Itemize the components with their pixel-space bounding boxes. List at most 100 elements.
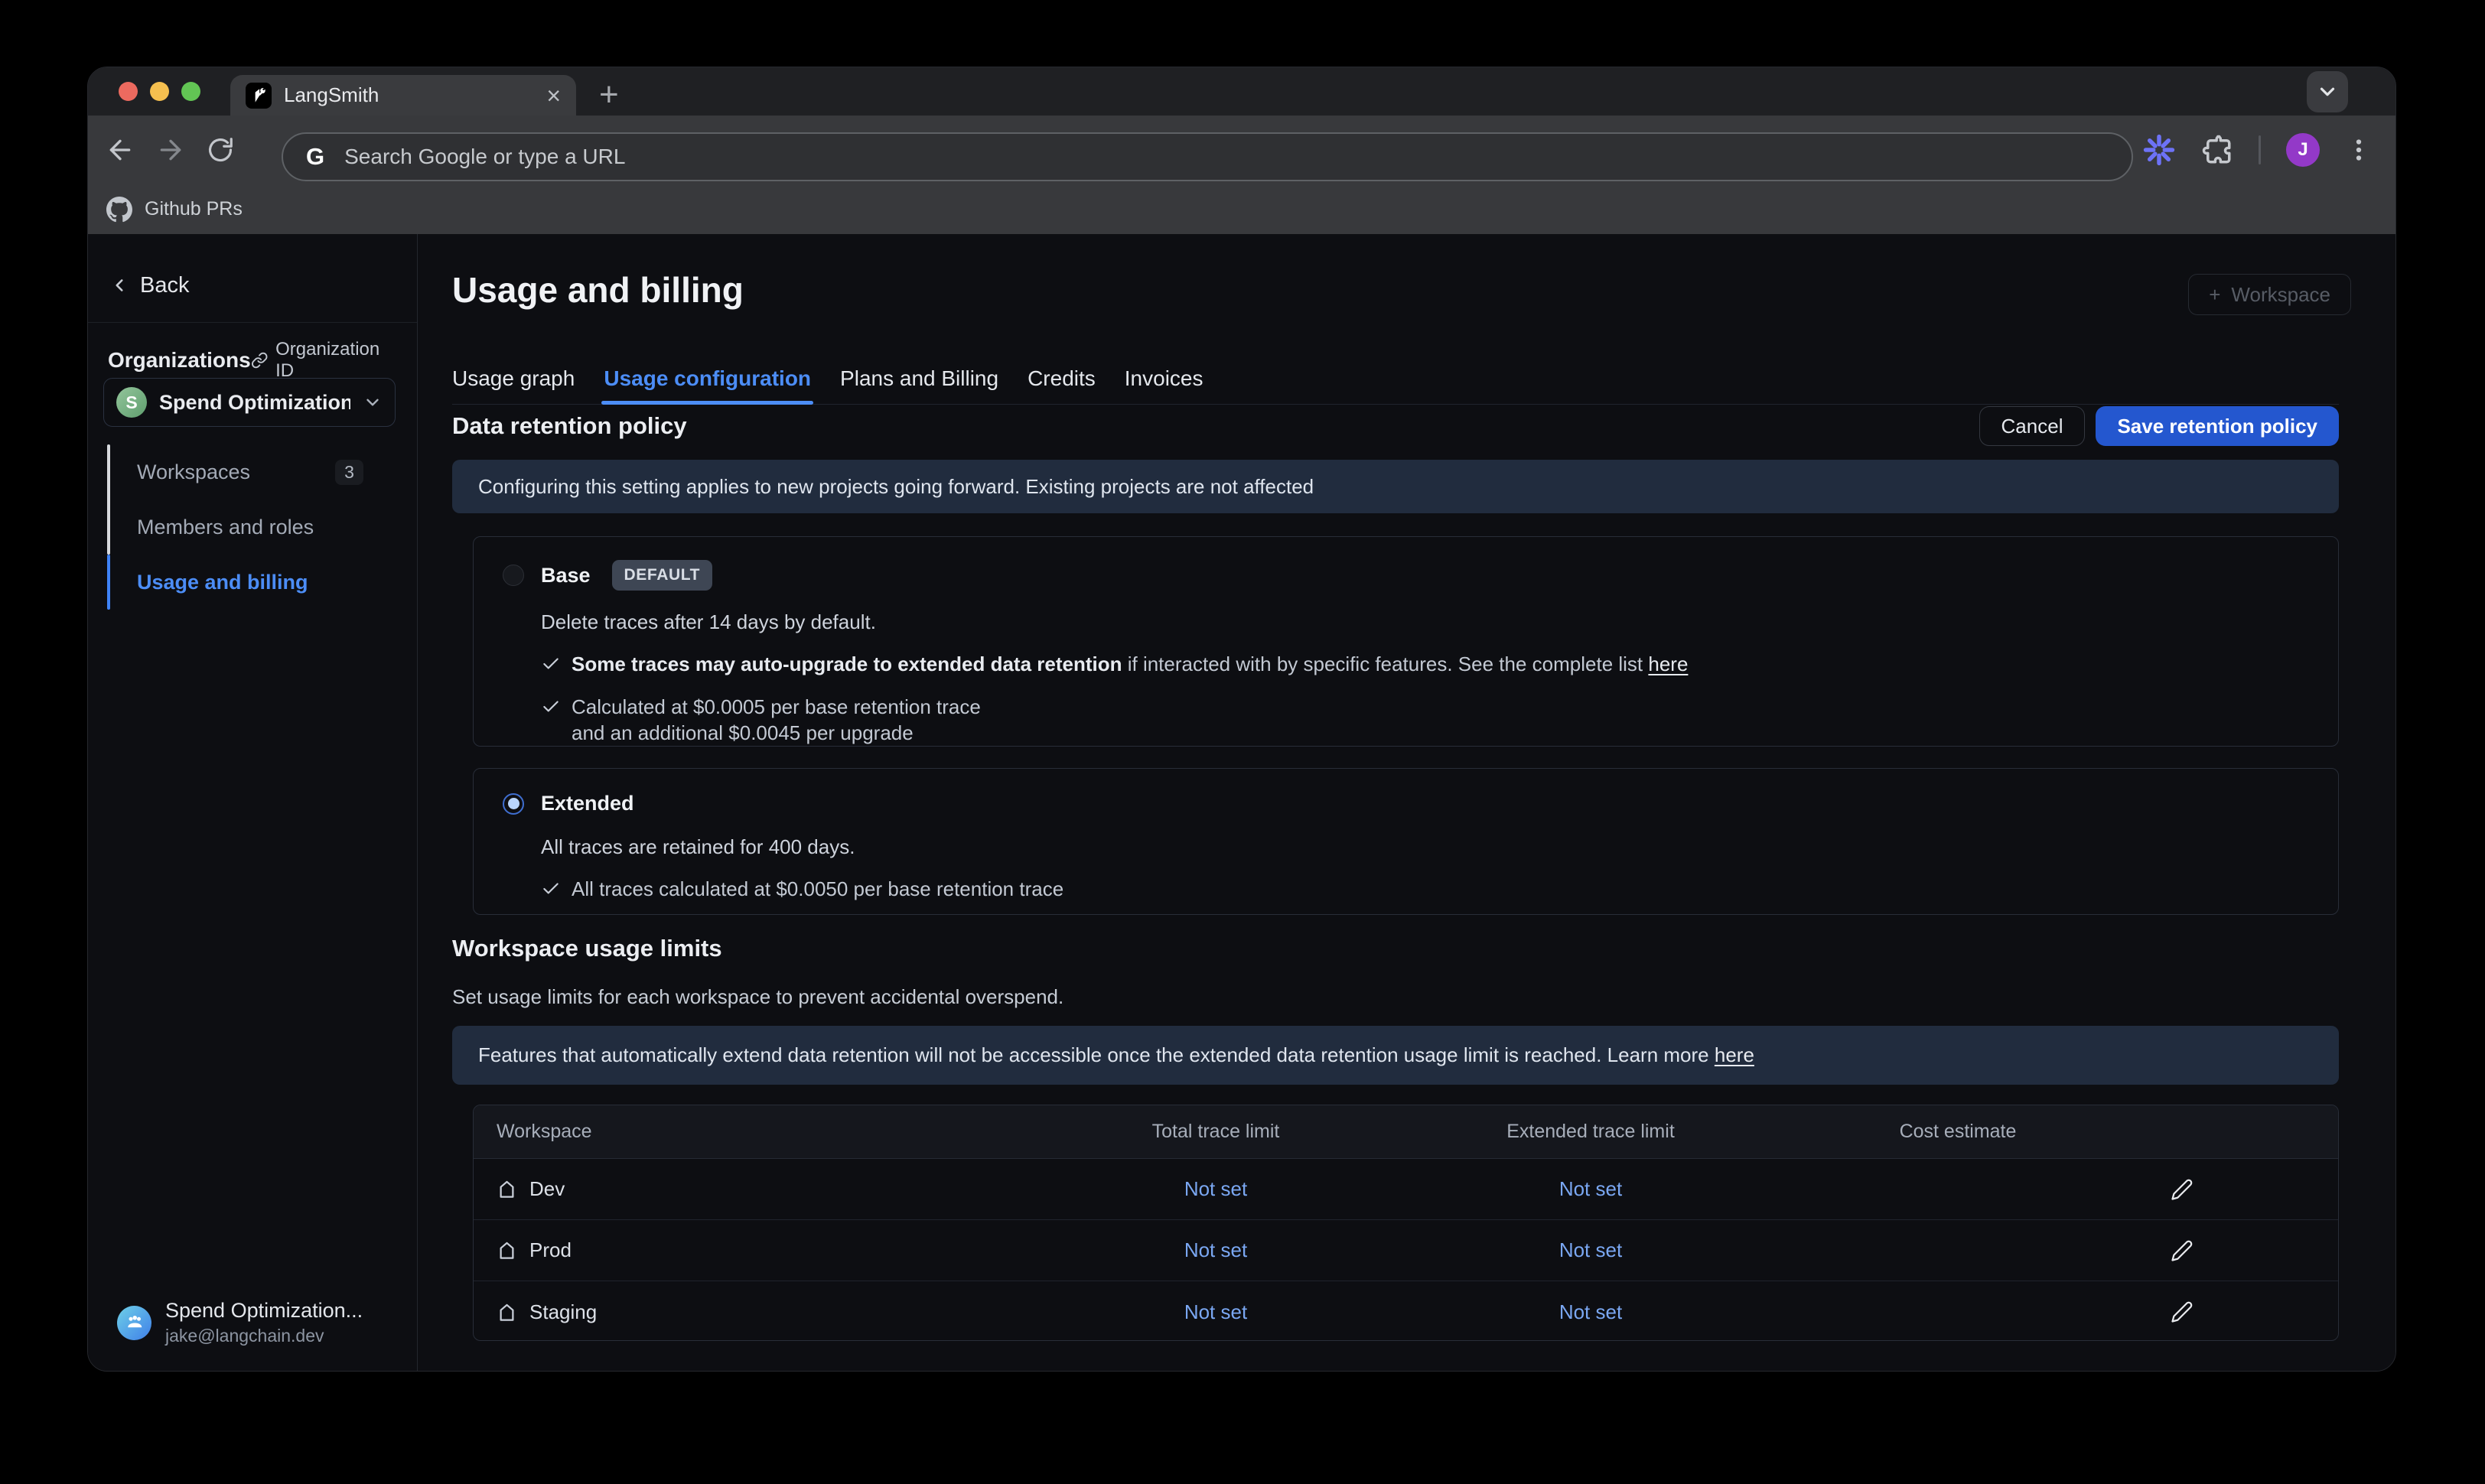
page-title: Usage and billing bbox=[452, 269, 744, 311]
toolbar-separator bbox=[2259, 135, 2261, 164]
extended-radio[interactable] bbox=[503, 793, 524, 815]
learn-more-link[interactable]: here bbox=[1715, 1043, 1754, 1066]
profile-avatar[interactable]: J bbox=[2286, 133, 2320, 167]
table-row-staging: Staging Not set Not set bbox=[474, 1281, 2338, 1341]
github-icon bbox=[106, 197, 132, 223]
extended-title: Extended bbox=[541, 792, 634, 815]
tab-usage-graph[interactable]: Usage graph bbox=[452, 353, 575, 404]
retention-notice-banner: Configuring this setting applies to new … bbox=[452, 460, 2339, 513]
organization-id-button[interactable]: Organization ID bbox=[251, 339, 395, 382]
zoom-window-button[interactable] bbox=[181, 82, 200, 101]
browser-toolbar: G Search Google or type a URL J bbox=[88, 116, 2395, 184]
address-bar-placeholder: Search Google or type a URL bbox=[344, 145, 625, 169]
browser-window: LangSmith × + G Search Google or type a … bbox=[87, 67, 2396, 1372]
organization-selector[interactable]: S Spend Optimization Tu... bbox=[103, 378, 396, 427]
base-radio[interactable] bbox=[503, 565, 524, 586]
add-workspace-button[interactable]: + Workspace bbox=[2188, 274, 2351, 315]
extended-description: All traces are retained for 400 days. bbox=[541, 835, 2308, 859]
retention-option-extended[interactable]: Extended All traces are retained for 400… bbox=[473, 768, 2339, 915]
organization-id-label: Organization ID bbox=[275, 339, 395, 382]
sidebar-divider bbox=[88, 322, 417, 323]
back-label: Back bbox=[140, 273, 189, 298]
table-header: Workspace Total trace limit Extended tra… bbox=[474, 1105, 2338, 1159]
tab-credits[interactable]: Credits bbox=[1028, 353, 1096, 404]
base-description: Delete traces after 14 days by default. bbox=[541, 610, 2308, 634]
user-avatar-icon bbox=[117, 1306, 151, 1340]
reload-icon[interactable] bbox=[206, 135, 235, 164]
tab-usage-configuration[interactable]: Usage configuration bbox=[604, 353, 811, 404]
user-email: jake@langchain.dev bbox=[165, 1326, 363, 1346]
check-icon bbox=[541, 879, 561, 899]
workspaces-count-badge: 3 bbox=[335, 460, 363, 485]
back-button[interactable]: Back bbox=[109, 268, 189, 303]
tab-plans-and-billing[interactable]: Plans and Billing bbox=[840, 353, 998, 404]
forward-icon[interactable] bbox=[155, 135, 186, 165]
pencil-icon bbox=[2171, 1239, 2194, 1262]
tab-title: LangSmith bbox=[284, 83, 534, 107]
tab-strip: LangSmith × + bbox=[88, 67, 2395, 116]
organizations-heading: Organizations bbox=[108, 348, 251, 373]
sidebar-item-members-and-roles[interactable]: Members and roles bbox=[107, 500, 402, 555]
prod-edit-button[interactable] bbox=[2111, 1239, 2338, 1262]
browser-tab[interactable]: LangSmith × bbox=[230, 75, 576, 116]
workspace-icon bbox=[497, 1240, 517, 1261]
extended-point-1: All traces calculated at $0.0050 per bas… bbox=[541, 876, 2308, 902]
sidebar-item-usage-and-billing[interactable]: Usage and billing bbox=[107, 555, 402, 610]
plus-icon: + bbox=[2209, 283, 2220, 307]
workspace-limits-table: Workspace Total trace limit Extended tra… bbox=[473, 1105, 2339, 1341]
organization-avatar: S bbox=[116, 387, 147, 418]
google-icon: G bbox=[306, 143, 324, 171]
tab-close-icon[interactable]: × bbox=[546, 83, 561, 108]
retention-heading: Data retention policy bbox=[452, 412, 687, 440]
address-bar[interactable]: G Search Google or type a URL bbox=[282, 132, 2133, 181]
sidebar-nav: Workspaces 3 Members and roles Usage and… bbox=[107, 444, 402, 610]
pencil-icon bbox=[2171, 1178, 2194, 1201]
base-point-2: Calculated at $0.0005 per base retention… bbox=[541, 694, 2308, 746]
user-profile[interactable]: Spend Optimization... jake@langchain.dev bbox=[117, 1299, 363, 1346]
back-icon[interactable] bbox=[105, 135, 135, 165]
default-badge: DEFAULT bbox=[612, 560, 712, 591]
complete-list-link[interactable]: here bbox=[1648, 653, 1688, 675]
dev-total-limit-link[interactable]: Not set bbox=[1055, 1177, 1376, 1201]
bookmark-github-prs[interactable]: Github PRs bbox=[145, 198, 243, 220]
prod-extended-limit-link[interactable]: Not set bbox=[1376, 1238, 1805, 1262]
new-tab-icon[interactable]: + bbox=[599, 76, 619, 113]
workspace-usage-limits-heading: Workspace usage limits bbox=[452, 935, 722, 962]
limits-notice-banner: Features that automatically extend data … bbox=[452, 1026, 2339, 1085]
staging-edit-button[interactable] bbox=[2111, 1300, 2338, 1323]
staging-total-limit-link[interactable]: Not set bbox=[1055, 1300, 1376, 1324]
tab-invoices[interactable]: Invoices bbox=[1125, 353, 1203, 404]
organization-name: Spend Optimization Tu... bbox=[159, 391, 350, 415]
cancel-button[interactable]: Cancel bbox=[1979, 406, 2086, 446]
staging-extended-limit-link[interactable]: Not set bbox=[1376, 1300, 1805, 1324]
retention-option-base[interactable]: Base DEFAULT Delete traces after 14 days… bbox=[473, 536, 2339, 747]
user-name: Spend Optimization... bbox=[165, 1299, 363, 1323]
pencil-icon bbox=[2171, 1300, 2194, 1323]
dev-edit-button[interactable] bbox=[2111, 1178, 2338, 1201]
langsmith-favicon-icon bbox=[246, 83, 272, 109]
minimize-window-button[interactable] bbox=[150, 82, 169, 101]
base-title: Base bbox=[541, 564, 591, 587]
browser-menu-kebab-icon[interactable] bbox=[2345, 136, 2373, 164]
tab-search-chevron-icon[interactable] bbox=[2307, 71, 2348, 112]
sidebar: Back Organizations Organization ID S Spe… bbox=[88, 234, 418, 1372]
link-icon bbox=[251, 351, 268, 369]
chevron-down-icon bbox=[363, 392, 383, 412]
sidebar-item-workspaces[interactable]: Workspaces 3 bbox=[107, 444, 402, 500]
prod-total-limit-link[interactable]: Not set bbox=[1055, 1238, 1376, 1262]
workspace-usage-limits-subtitle: Set usage limits for each workspace to p… bbox=[452, 985, 1063, 1009]
dev-extended-limit-link[interactable]: Not set bbox=[1376, 1177, 1805, 1201]
extensions-puzzle-icon[interactable] bbox=[2201, 134, 2233, 166]
window-controls bbox=[119, 82, 200, 101]
check-icon bbox=[541, 654, 561, 674]
main-panel: Usage and billing + Workspace Usage grap… bbox=[418, 234, 2395, 1372]
save-retention-policy-button[interactable]: Save retention policy bbox=[2096, 406, 2339, 446]
chevron-left-icon bbox=[109, 275, 129, 295]
base-point-1: Some traces may auto-upgrade to extended… bbox=[541, 651, 2308, 677]
spark-extension-icon[interactable] bbox=[2142, 133, 2176, 167]
close-window-button[interactable] bbox=[119, 82, 138, 101]
check-icon bbox=[541, 697, 561, 717]
workspace-icon bbox=[497, 1179, 517, 1199]
bookmarks-bar: Github PRs bbox=[88, 184, 2395, 234]
table-row-prod: Prod Not set Not set bbox=[474, 1220, 2338, 1281]
